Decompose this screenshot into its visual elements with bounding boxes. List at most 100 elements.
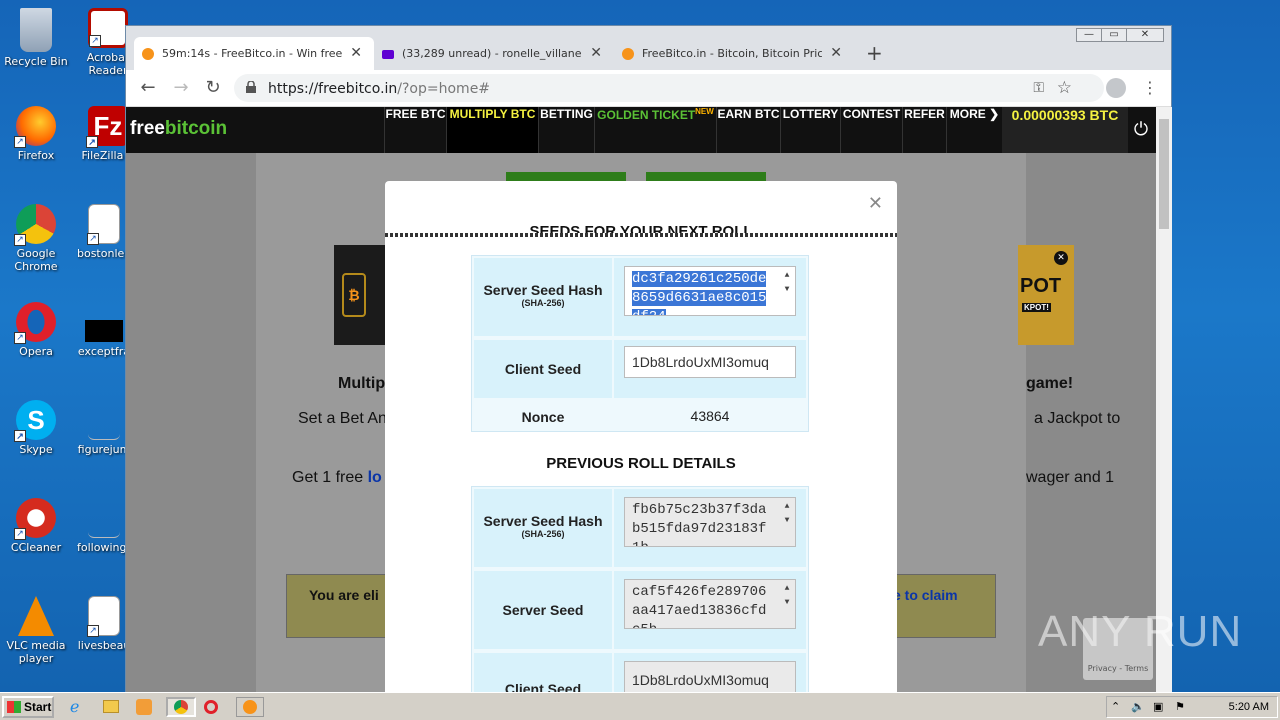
row-prev-server-seed: Server Seed caf5f426fe289706aa417aed1383… xyxy=(472,571,808,649)
close-icon[interactable]: ✕ xyxy=(830,45,842,61)
desktop-icon-vlc[interactable]: VLC media player xyxy=(0,596,72,665)
menu-icon[interactable]: ⋮ xyxy=(1142,78,1158,97)
tab-freebitcoin-2[interactable]: FreeBitco.in - Bitcoin, Bitcoin Price, F… xyxy=(614,37,854,70)
desktop-icon-firefox[interactable]: ↗ Firefox xyxy=(0,106,72,162)
scroll-arrows-icon[interactable]: ▲ ▼ xyxy=(781,269,793,297)
bitcoin-icon xyxy=(142,48,154,60)
row-server-seed-hash: Server Seed Hash (SHA-256) dc3fa29261c250… xyxy=(472,258,808,336)
nav-refer[interactable]: REFER xyxy=(902,107,946,153)
mail-icon xyxy=(382,50,394,59)
scroll-arrows-icon[interactable]: ▲ ▼ xyxy=(781,582,793,610)
opera-taskbar-icon[interactable] xyxy=(204,697,226,717)
nav-golden-ticket[interactable]: GOLDEN TICKETNEW xyxy=(594,107,716,153)
slot-banner[interactable]: ₿ xyxy=(334,245,390,345)
reload-button[interactable]: ↻ xyxy=(201,76,225,100)
nonce-value: 43864 xyxy=(690,408,730,424)
close-icon[interactable]: ✕ xyxy=(868,193,883,214)
minimize-button[interactable]: — xyxy=(1076,28,1102,42)
start-button[interactable]: Start xyxy=(2,696,54,718)
row-prev-client-seed: Client Seed 1Db8LrdoUxMI3omuq xyxy=(472,653,808,693)
previous-roll-table: Server Seed Hash (SHA-256) fb6b75c23b37f3… xyxy=(471,486,809,693)
next-roll-table: Server Seed Hash (SHA-256) dc3fa29261c250… xyxy=(471,255,809,432)
forward-button[interactable]: → xyxy=(169,76,193,100)
desktop-icon-recycle-bin[interactable]: Recycle Bin xyxy=(0,8,72,68)
ccleaner-icon: ↗ xyxy=(14,498,56,540)
explorer-icon[interactable] xyxy=(103,697,125,717)
desktop-icon-chrome[interactable]: ↗ Google Chrome xyxy=(0,204,72,273)
filezilla-icon: Fz ↗ xyxy=(86,106,128,148)
nav-betting[interactable]: BETTING xyxy=(538,107,594,153)
modal-title-next-roll: SEEDS FOR YOUR NEXT ROLL xyxy=(529,223,753,240)
desktop-icon-opera[interactable]: ↗ Opera xyxy=(0,302,72,358)
row-nonce: Nonce 43864 xyxy=(472,402,808,432)
url-text: https://freebitco.in/?op=home# xyxy=(268,81,491,97)
divider xyxy=(385,233,897,237)
free-lottery-text: Get 1 free lo xyxy=(292,469,382,486)
desktop-icon-skype[interactable]: S ↗ Skype xyxy=(0,400,72,456)
lock-icon xyxy=(246,80,256,93)
close-icon[interactable]: ✕ xyxy=(590,45,602,61)
address-bar[interactable]: https://freebitco.in/?op=home# ⚿ ☆ xyxy=(234,74,1104,102)
close-icon[interactable]: ✕ xyxy=(1054,251,1068,265)
file-icon xyxy=(88,400,120,440)
windows-flag-icon xyxy=(7,701,21,713)
tab-freebitcoin-active[interactable]: 59m:14s - FreeBitco.in - Win free bit ✕ xyxy=(134,37,374,70)
btc-balance: 0.00000393 BTC xyxy=(1002,107,1128,153)
ie-icon[interactable]: ℯ xyxy=(70,697,92,717)
browser-toolbar: ← → ↻ https://freebitco.in/?op=home# ⚿ ☆… xyxy=(126,70,1171,107)
server-seed-hash-textarea[interactable]: dc3fa29261c250de8659d6631ae8c015df24 ▲▼ xyxy=(624,266,796,316)
recycle-bin-icon xyxy=(20,8,52,52)
bitcoin-taskbar-icon[interactable] xyxy=(236,697,264,717)
nav-contest[interactable]: CONTEST xyxy=(840,107,902,153)
tray-expand-icon[interactable]: ⌃ xyxy=(1111,700,1120,713)
prev-server-seed-textarea[interactable]: caf5f426fe289706aa417aed13836cfdc5b ▲▼ xyxy=(624,579,796,629)
desktop-icon-ccleaner[interactable]: ↗ CCleaner xyxy=(0,498,72,554)
nav-lottery[interactable]: LOTTERY xyxy=(780,107,840,153)
nav-free-btc[interactable]: FREE BTC xyxy=(384,107,446,153)
maximize-button[interactable]: ▭ xyxy=(1101,28,1127,42)
back-button[interactable]: ← xyxy=(136,76,160,100)
tab-mail[interactable]: (33,289 unread) - ronelle_villanera@ ✕ xyxy=(374,37,614,70)
seeds-modal: ✕ SEEDS FOR YOUR NEXT ROLL Server Seed H… xyxy=(385,181,897,693)
nav-multiply-btc[interactable]: MULTIPLY BTC xyxy=(446,107,538,153)
profile-icon[interactable] xyxy=(1106,78,1126,98)
star-icon[interactable]: ☆ xyxy=(1057,78,1072,98)
word-doc-icon: ↗ xyxy=(87,204,120,245)
clock[interactable]: 5:20 AM xyxy=(1229,701,1269,713)
page-scrollbar[interactable] xyxy=(1156,107,1172,693)
headline-left: Multip xyxy=(338,375,386,392)
recaptcha-badge[interactable]: Privacy - Terms xyxy=(1083,618,1153,680)
network-icon[interactable]: ▣ xyxy=(1153,700,1163,713)
new-tab-button[interactable]: + xyxy=(866,41,883,65)
vlc-icon xyxy=(18,596,54,636)
nav-earn-btc[interactable]: EARN BTC xyxy=(716,107,780,153)
prev-server-seed-hash-textarea[interactable]: fb6b75c23b37f3dab515fda97d23183f1b ▲▼ xyxy=(624,497,796,547)
flag-icon[interactable]: ⚑ xyxy=(1175,700,1185,713)
close-icon[interactable]: ✕ xyxy=(350,45,362,61)
subtext-left: Set a Bet An xyxy=(298,410,387,427)
wager-text: wager and 1 xyxy=(1026,469,1115,486)
acrobat-icon: ↗ xyxy=(88,8,128,48)
row-client-seed: Client Seed 1Db8LrdoUxMI3omuq xyxy=(472,340,808,398)
site-logo[interactable]: freebitcoin xyxy=(130,118,227,140)
volume-icon[interactable]: 🔈 xyxy=(1131,700,1145,713)
key-icon[interactable]: ⚿ xyxy=(1033,80,1044,96)
power-icon[interactable]: ⏻ xyxy=(1128,107,1154,153)
skype-icon: S ↗ xyxy=(14,400,56,442)
nav-more[interactable]: MORE ❯ xyxy=(946,107,1002,153)
jackpot-banner[interactable]: ✕ POT KPOT! xyxy=(1018,245,1074,345)
scrollbar-thumb[interactable] xyxy=(1159,119,1169,229)
close-window-button[interactable]: ✕ xyxy=(1126,28,1164,42)
scroll-arrows-icon[interactable]: ▲ ▼ xyxy=(781,500,793,528)
media-player-icon[interactable] xyxy=(136,697,158,717)
prev-client-seed-textarea[interactable]: 1Db8LrdoUxMI3omuq xyxy=(624,661,796,693)
bitcoin-icon: ₿ xyxy=(342,273,366,317)
chrome-taskbar-icon[interactable] xyxy=(166,697,196,717)
firefox-icon: ↗ xyxy=(14,106,56,148)
file-icon xyxy=(88,498,120,538)
client-seed-input[interactable]: 1Db8LrdoUxMI3omuq xyxy=(624,346,796,378)
bitcoin-icon xyxy=(622,48,634,60)
claim-link[interactable]: e to claim xyxy=(893,587,958,603)
row-prev-server-seed-hash: Server Seed Hash (SHA-256) fb6b75c23b37f3… xyxy=(472,489,808,567)
tab-title: (33,289 unread) - ronelle_villanera@ xyxy=(402,47,582,60)
